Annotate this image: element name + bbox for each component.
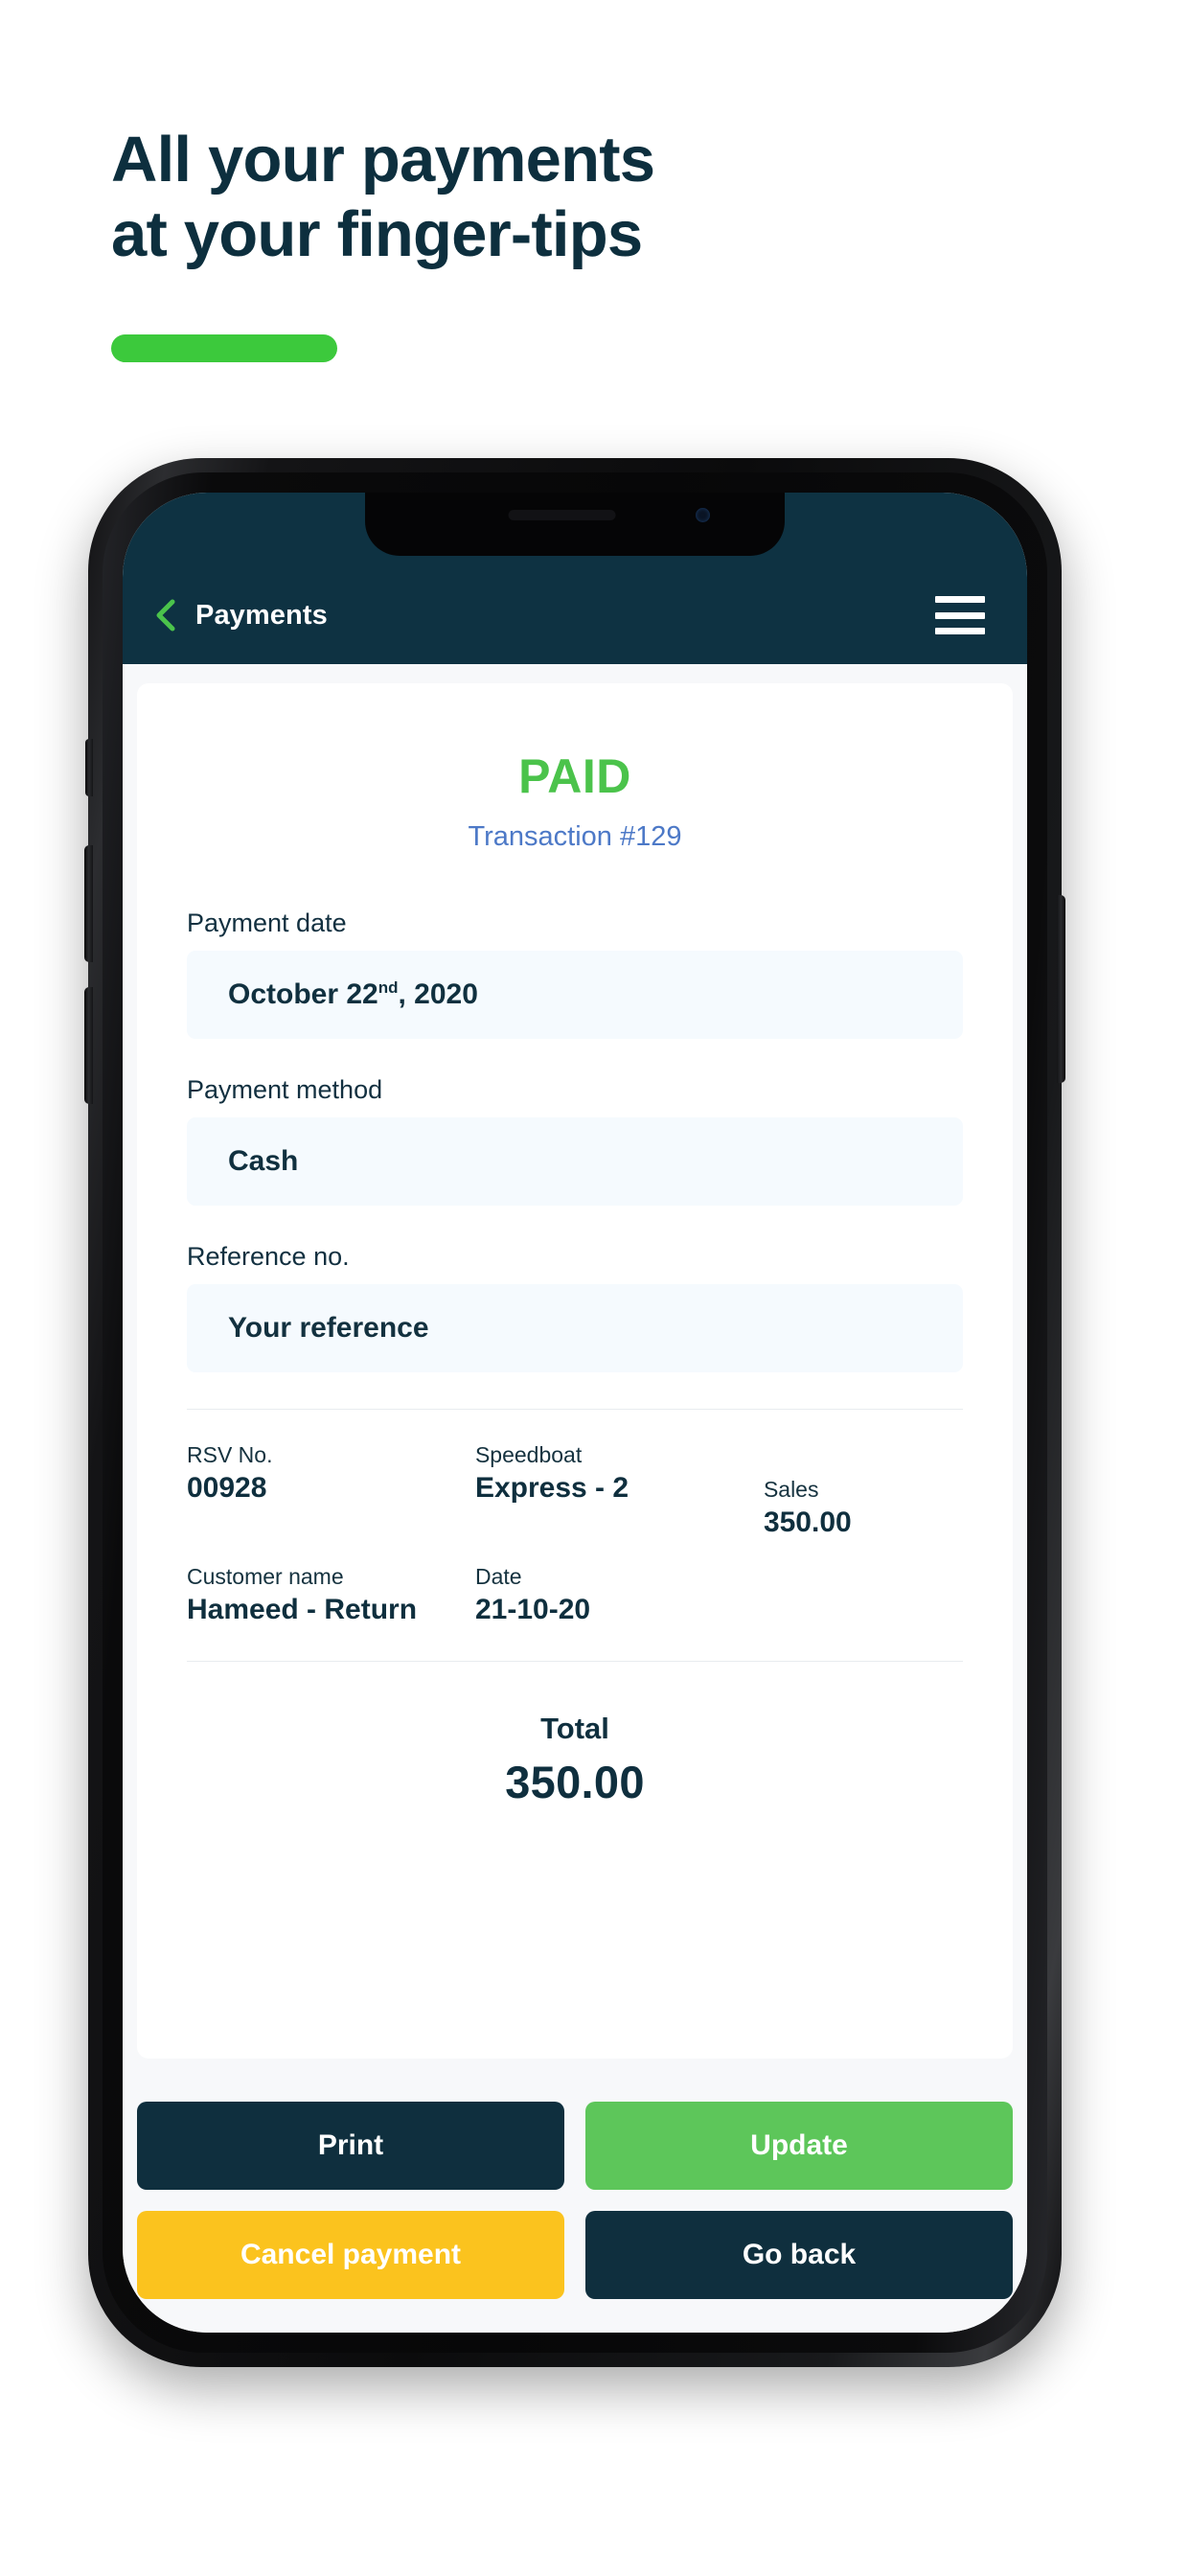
app-header: Payments bbox=[123, 493, 1027, 664]
nav-title: Payments bbox=[195, 599, 328, 631]
reference-no-field-group: Reference no. Your reference bbox=[187, 1242, 963, 1372]
phone-frame: Payments PAID Transaction #129 Payment d… bbox=[84, 458, 1065, 2367]
payment-date-value: October 22nd, 2020 bbox=[228, 978, 478, 1010]
hamburger-line bbox=[935, 596, 985, 603]
date-label: Date bbox=[474, 1564, 522, 1589]
phone-screen: Payments PAID Transaction #129 Payment d… bbox=[123, 493, 1027, 2333]
volume-down-button[interactable] bbox=[84, 987, 93, 1104]
customer-name-label: Customer name bbox=[187, 1564, 344, 1589]
headline-line-1: All your payments bbox=[111, 124, 655, 196]
navigation-bar: Payments bbox=[123, 585, 1027, 646]
transaction-id: Transaction #129 bbox=[468, 821, 682, 852]
speedboat-value: Express - 2 bbox=[474, 1472, 629, 1504]
reference-no-value: Your reference bbox=[228, 1312, 429, 1344]
rsv-no-cell: RSV No. 00928 bbox=[187, 1442, 464, 1505]
total-section: Total 350.00 bbox=[137, 1712, 1013, 1808]
hamburger-line bbox=[935, 611, 985, 619]
reference-no-label: Reference no. bbox=[187, 1242, 350, 1271]
payment-date-label: Payment date bbox=[187, 908, 347, 937]
cancel-payment-button[interactable]: Cancel payment bbox=[137, 2211, 564, 2299]
sales-label: Sales bbox=[763, 1477, 819, 1502]
rsv-no-label: RSV No. bbox=[187, 1442, 273, 1467]
status-badge: PAID bbox=[518, 749, 631, 803]
sales-cell: Sales 350.00 bbox=[764, 1442, 963, 1539]
earpiece-speaker bbox=[508, 510, 616, 520]
silent-switch-button[interactable] bbox=[85, 739, 93, 796]
form-fields: Payment date October 22nd, 2020 Payment … bbox=[137, 908, 1013, 1372]
hamburger-line bbox=[935, 628, 985, 634]
reference-no-input[interactable]: Your reference bbox=[187, 1284, 963, 1372]
payment-method-value: Cash bbox=[228, 1145, 299, 1177]
payment-method-label: Payment method bbox=[187, 1075, 383, 1104]
content-scroll-area[interactable]: PAID Transaction #129 Payment date Octob… bbox=[123, 664, 1027, 2333]
headline-line-2: at your finger-tips bbox=[111, 197, 643, 270]
page-title: All your payments at your finger-tips bbox=[111, 123, 973, 271]
customer-name-cell: Customer name Hameed - Return bbox=[187, 1564, 464, 1626]
section-divider-top bbox=[187, 1409, 963, 1410]
date-cell: Date 21-10-20 bbox=[475, 1564, 752, 1626]
payment-method-field-group: Payment method Cash bbox=[187, 1075, 963, 1206]
speedboat-label: Speedboat bbox=[474, 1442, 583, 1467]
hamburger-menu-icon[interactable] bbox=[935, 596, 985, 634]
print-button[interactable]: Print bbox=[137, 2102, 564, 2190]
sales-value: 350.00 bbox=[763, 1506, 852, 1538]
volume-up-button[interactable] bbox=[84, 845, 93, 962]
payment-date-field-group: Payment date October 22nd, 2020 bbox=[187, 908, 963, 1039]
total-value: 350.00 bbox=[505, 1757, 645, 1807]
phone-mockup: Payments PAID Transaction #129 Payment d… bbox=[84, 458, 1065, 2367]
front-camera-icon bbox=[696, 508, 710, 522]
speedboat-cell: Speedboat Express - 2 bbox=[475, 1442, 752, 1505]
chevron-left-icon[interactable] bbox=[151, 599, 180, 632]
payment-detail-card: PAID Transaction #129 Payment date Octob… bbox=[137, 683, 1013, 2058]
reservation-details: RSV No. 00928 Speedboat Express - 2 Sale… bbox=[137, 1442, 1013, 1626]
power-button[interactable] bbox=[1057, 895, 1065, 1083]
ordinal-suffix: nd bbox=[378, 978, 399, 997]
date-value: 21-10-20 bbox=[474, 1594, 591, 1625]
payment-method-input[interactable]: Cash bbox=[187, 1117, 963, 1206]
payment-date-input[interactable]: October 22nd, 2020 bbox=[187, 951, 963, 1039]
accent-bar bbox=[111, 334, 337, 362]
update-button[interactable]: Update bbox=[585, 2102, 1013, 2190]
section-divider-bottom bbox=[187, 1661, 963, 1662]
customer-name-value: Hameed - Return bbox=[187, 1594, 418, 1625]
rsv-no-value: 00928 bbox=[187, 1472, 267, 1504]
go-back-button[interactable]: Go back bbox=[585, 2211, 1013, 2299]
action-button-group: Print Update Cancel payment Go back bbox=[137, 2102, 1013, 2299]
total-label: Total bbox=[540, 1712, 609, 1745]
phone-notch bbox=[365, 493, 785, 556]
